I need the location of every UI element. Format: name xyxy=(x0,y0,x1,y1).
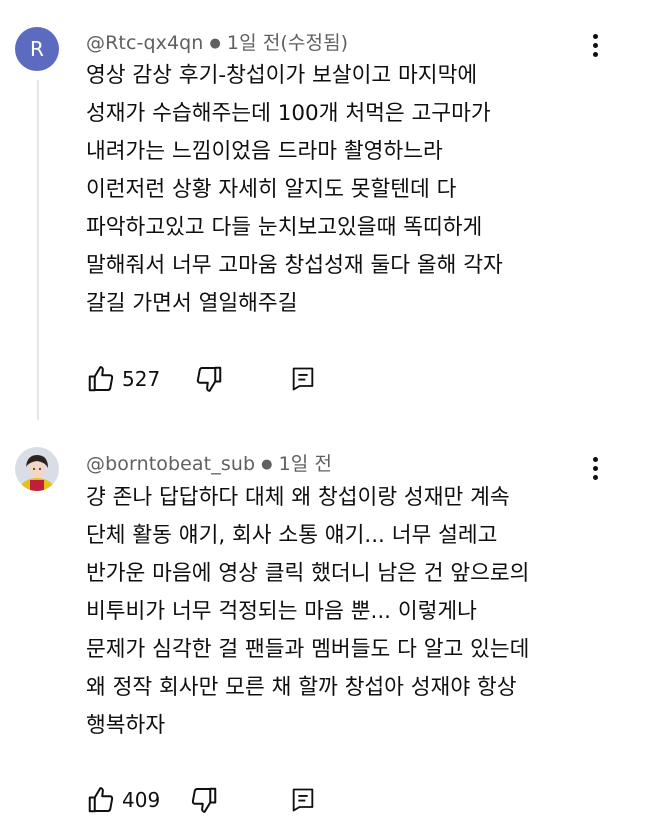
author-name[interactable]: @borntobeat_sub xyxy=(86,453,255,475)
comment-line: 말해줘서 너무 고마움 창섭성재 둘다 올해 각자 xyxy=(86,253,503,278)
comment-reply-icon xyxy=(289,364,317,394)
thread-line xyxy=(37,80,39,420)
dislike-button[interactable] xyxy=(189,783,219,817)
comment-text: 영상 감상 후기-창섭이가 보살이고 마지막에 성재가 수습해주는데 100개 … xyxy=(86,57,626,323)
thumb-down-icon xyxy=(194,364,224,394)
dislike-button[interactable] xyxy=(194,362,224,396)
comment-meta: @borntobeat_sub ● 1일 전 xyxy=(86,449,332,476)
comment-line: 파악하고있고 다들 눈치보고있을때 똑띠하게 xyxy=(86,215,483,240)
comment-text: 걍 존나 답답하다 대체 왜 창섭이랑 성재만 계속 단체 활동 얘기, 회사 … xyxy=(86,479,626,745)
like-count: 409 xyxy=(122,788,161,812)
reply-button[interactable] xyxy=(289,783,317,817)
like-button[interactable]: 527 xyxy=(86,362,160,396)
comment-meta: @Rtc-qx4qn ● 1일 전(수정됨) xyxy=(86,28,348,55)
avatar[interactable]: R xyxy=(15,27,59,71)
comment-time: 1일 전 xyxy=(278,453,333,475)
comment-actions: 409 xyxy=(86,783,346,817)
reply-button[interactable] xyxy=(289,362,317,396)
comment-line: 내려가는 느낌이었음 드라마 촬영하느라 xyxy=(86,139,443,164)
thumb-down-icon xyxy=(189,785,219,815)
thumb-up-icon xyxy=(86,364,116,394)
like-count: 527 xyxy=(122,367,161,391)
comment-line: 단체 활동 얘기, 회사 소통 얘기... 너무 설레고 xyxy=(86,523,498,548)
thumb-up-icon xyxy=(86,785,116,815)
comment-line: 반가운 마음에 영상 클릭 했더니 남은 건 앞으로의 xyxy=(86,561,530,586)
comment-reply-icon xyxy=(289,785,317,815)
comment-line: 비투비가 너무 걱정되는 마음 뿐... 이렇게나 xyxy=(86,599,477,624)
author-name[interactable]: @Rtc-qx4qn xyxy=(86,32,203,54)
comment-line: 걍 존나 답답하다 대체 왜 창섭이랑 성재만 계속 xyxy=(86,485,510,510)
comment-line: 왜 정작 회사만 모른 채 할까 창섭아 성재야 항상 xyxy=(86,675,517,700)
avatar-image xyxy=(15,447,59,491)
separator-dot: ● xyxy=(209,36,221,51)
avatar[interactable] xyxy=(15,447,59,491)
comment-actions: 527 xyxy=(86,362,346,396)
comment-line: 이런저런 상황 자세히 알지도 못할텐데 다 xyxy=(86,177,457,202)
comment-line: 갈길 가면서 열일해주길 xyxy=(86,291,298,316)
comment-line: 성재가 수습해주는데 100개 처먹은 고구마가 xyxy=(86,101,491,126)
comment-line: 행복하자 xyxy=(86,713,166,738)
separator-dot: ● xyxy=(261,457,273,472)
comment-time: 1일 전(수정됨) xyxy=(226,32,349,54)
like-button[interactable]: 409 xyxy=(86,783,160,817)
comment-line: 영상 감상 후기-창섭이가 보살이고 마지막에 xyxy=(86,63,478,88)
comment-line: 문제가 심각한 걸 팬들과 멤버들도 다 알고 있는데 xyxy=(86,637,530,662)
more-options-icon[interactable] xyxy=(584,30,606,60)
